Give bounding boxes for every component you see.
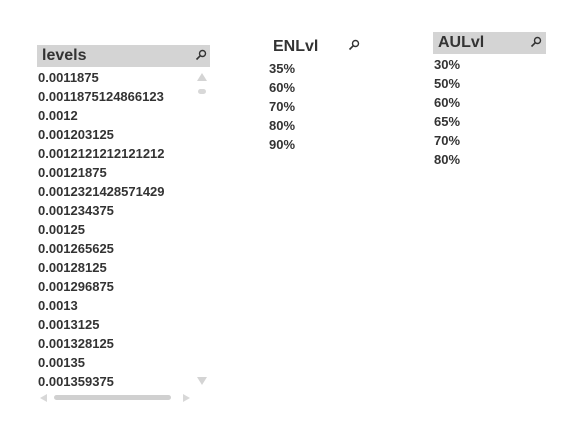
listbox-values-levels: 0.0011875 0.0011875124866123 0.0012 0.00…	[38, 68, 198, 398]
list-item[interactable]: 35%	[269, 59, 295, 78]
list-item[interactable]: 0.0011875124866123	[38, 87, 164, 106]
list-item[interactable]: 0.001296875	[38, 277, 114, 296]
list-item[interactable]: 0.0012321428571429	[38, 182, 165, 201]
list-item[interactable]: 80%	[434, 150, 460, 169]
listbox-header-levels[interactable]: levels	[37, 45, 210, 67]
list-item[interactable]: 60%	[269, 78, 295, 97]
listbox-header-aulvl[interactable]: AULvl	[433, 32, 546, 54]
list-item[interactable]: 0.001265625	[38, 239, 114, 258]
list-item[interactable]: 0.0012	[38, 106, 78, 125]
listbox-values-aulvl: 30% 50% 60% 65% 70% 80%	[434, 55, 534, 170]
listbox-values-enlvl: 35% 60% 70% 80% 90%	[269, 59, 359, 154]
list-item[interactable]: 0.001203125	[38, 125, 114, 144]
listbox-title-aulvl: AULvl	[438, 34, 485, 51]
scroll-right-arrow-icon[interactable]	[183, 394, 190, 402]
list-item[interactable]: 0.00135	[38, 353, 85, 372]
list-item[interactable]: 0.0011875	[38, 68, 99, 87]
list-item[interactable]: 60%	[434, 93, 460, 112]
list-item[interactable]: 50%	[434, 74, 460, 93]
listbox-aulvl[interactable]: AULvl 30% 50% 60% 65% 70% 80%	[433, 32, 546, 172]
list-item[interactable]: 90%	[269, 135, 295, 154]
list-item[interactable]: 30%	[434, 55, 460, 74]
listbox-enlvl[interactable]: ENLvl 35% 60% 70% 80% 90%	[268, 36, 366, 156]
search-icon[interactable]	[348, 39, 360, 51]
search-icon[interactable]	[530, 36, 542, 48]
list-item[interactable]: 70%	[434, 131, 460, 150]
list-item[interactable]: 0.00125	[38, 220, 85, 239]
listbox-title-enlvl: ENLvl	[273, 38, 319, 55]
list-item[interactable]: 0.00121875	[38, 163, 107, 182]
list-item[interactable]: 0.001234375	[38, 201, 114, 220]
horizontal-scrollbar-thumb[interactable]	[54, 395, 171, 400]
scroll-left-arrow-icon[interactable]	[40, 394, 47, 402]
list-item[interactable]: 70%	[269, 97, 295, 116]
listbox-title-levels: levels	[42, 47, 87, 64]
scroll-down-arrow-icon[interactable]	[197, 377, 207, 385]
list-item[interactable]: 0.00128125	[38, 258, 107, 277]
scroll-up-arrow-icon[interactable]	[197, 73, 207, 81]
list-item[interactable]: 0.0013125	[38, 315, 99, 334]
listbox-header-enlvl[interactable]: ENLvl	[268, 36, 366, 58]
vertical-scrollbar-thumb[interactable]	[198, 89, 206, 94]
list-item[interactable]: 65%	[434, 112, 460, 131]
search-icon[interactable]	[195, 49, 207, 61]
list-item[interactable]: 80%	[269, 116, 295, 135]
list-item[interactable]: 0.001359375	[38, 372, 114, 391]
list-item[interactable]: 0.001328125	[38, 334, 114, 353]
listbox-levels[interactable]: levels 0.0011875 0.0011875124866123 0.00…	[37, 45, 210, 405]
list-item[interactable]: 0.0013	[38, 296, 78, 315]
list-item[interactable]: 0.0012121212121212	[38, 144, 165, 163]
